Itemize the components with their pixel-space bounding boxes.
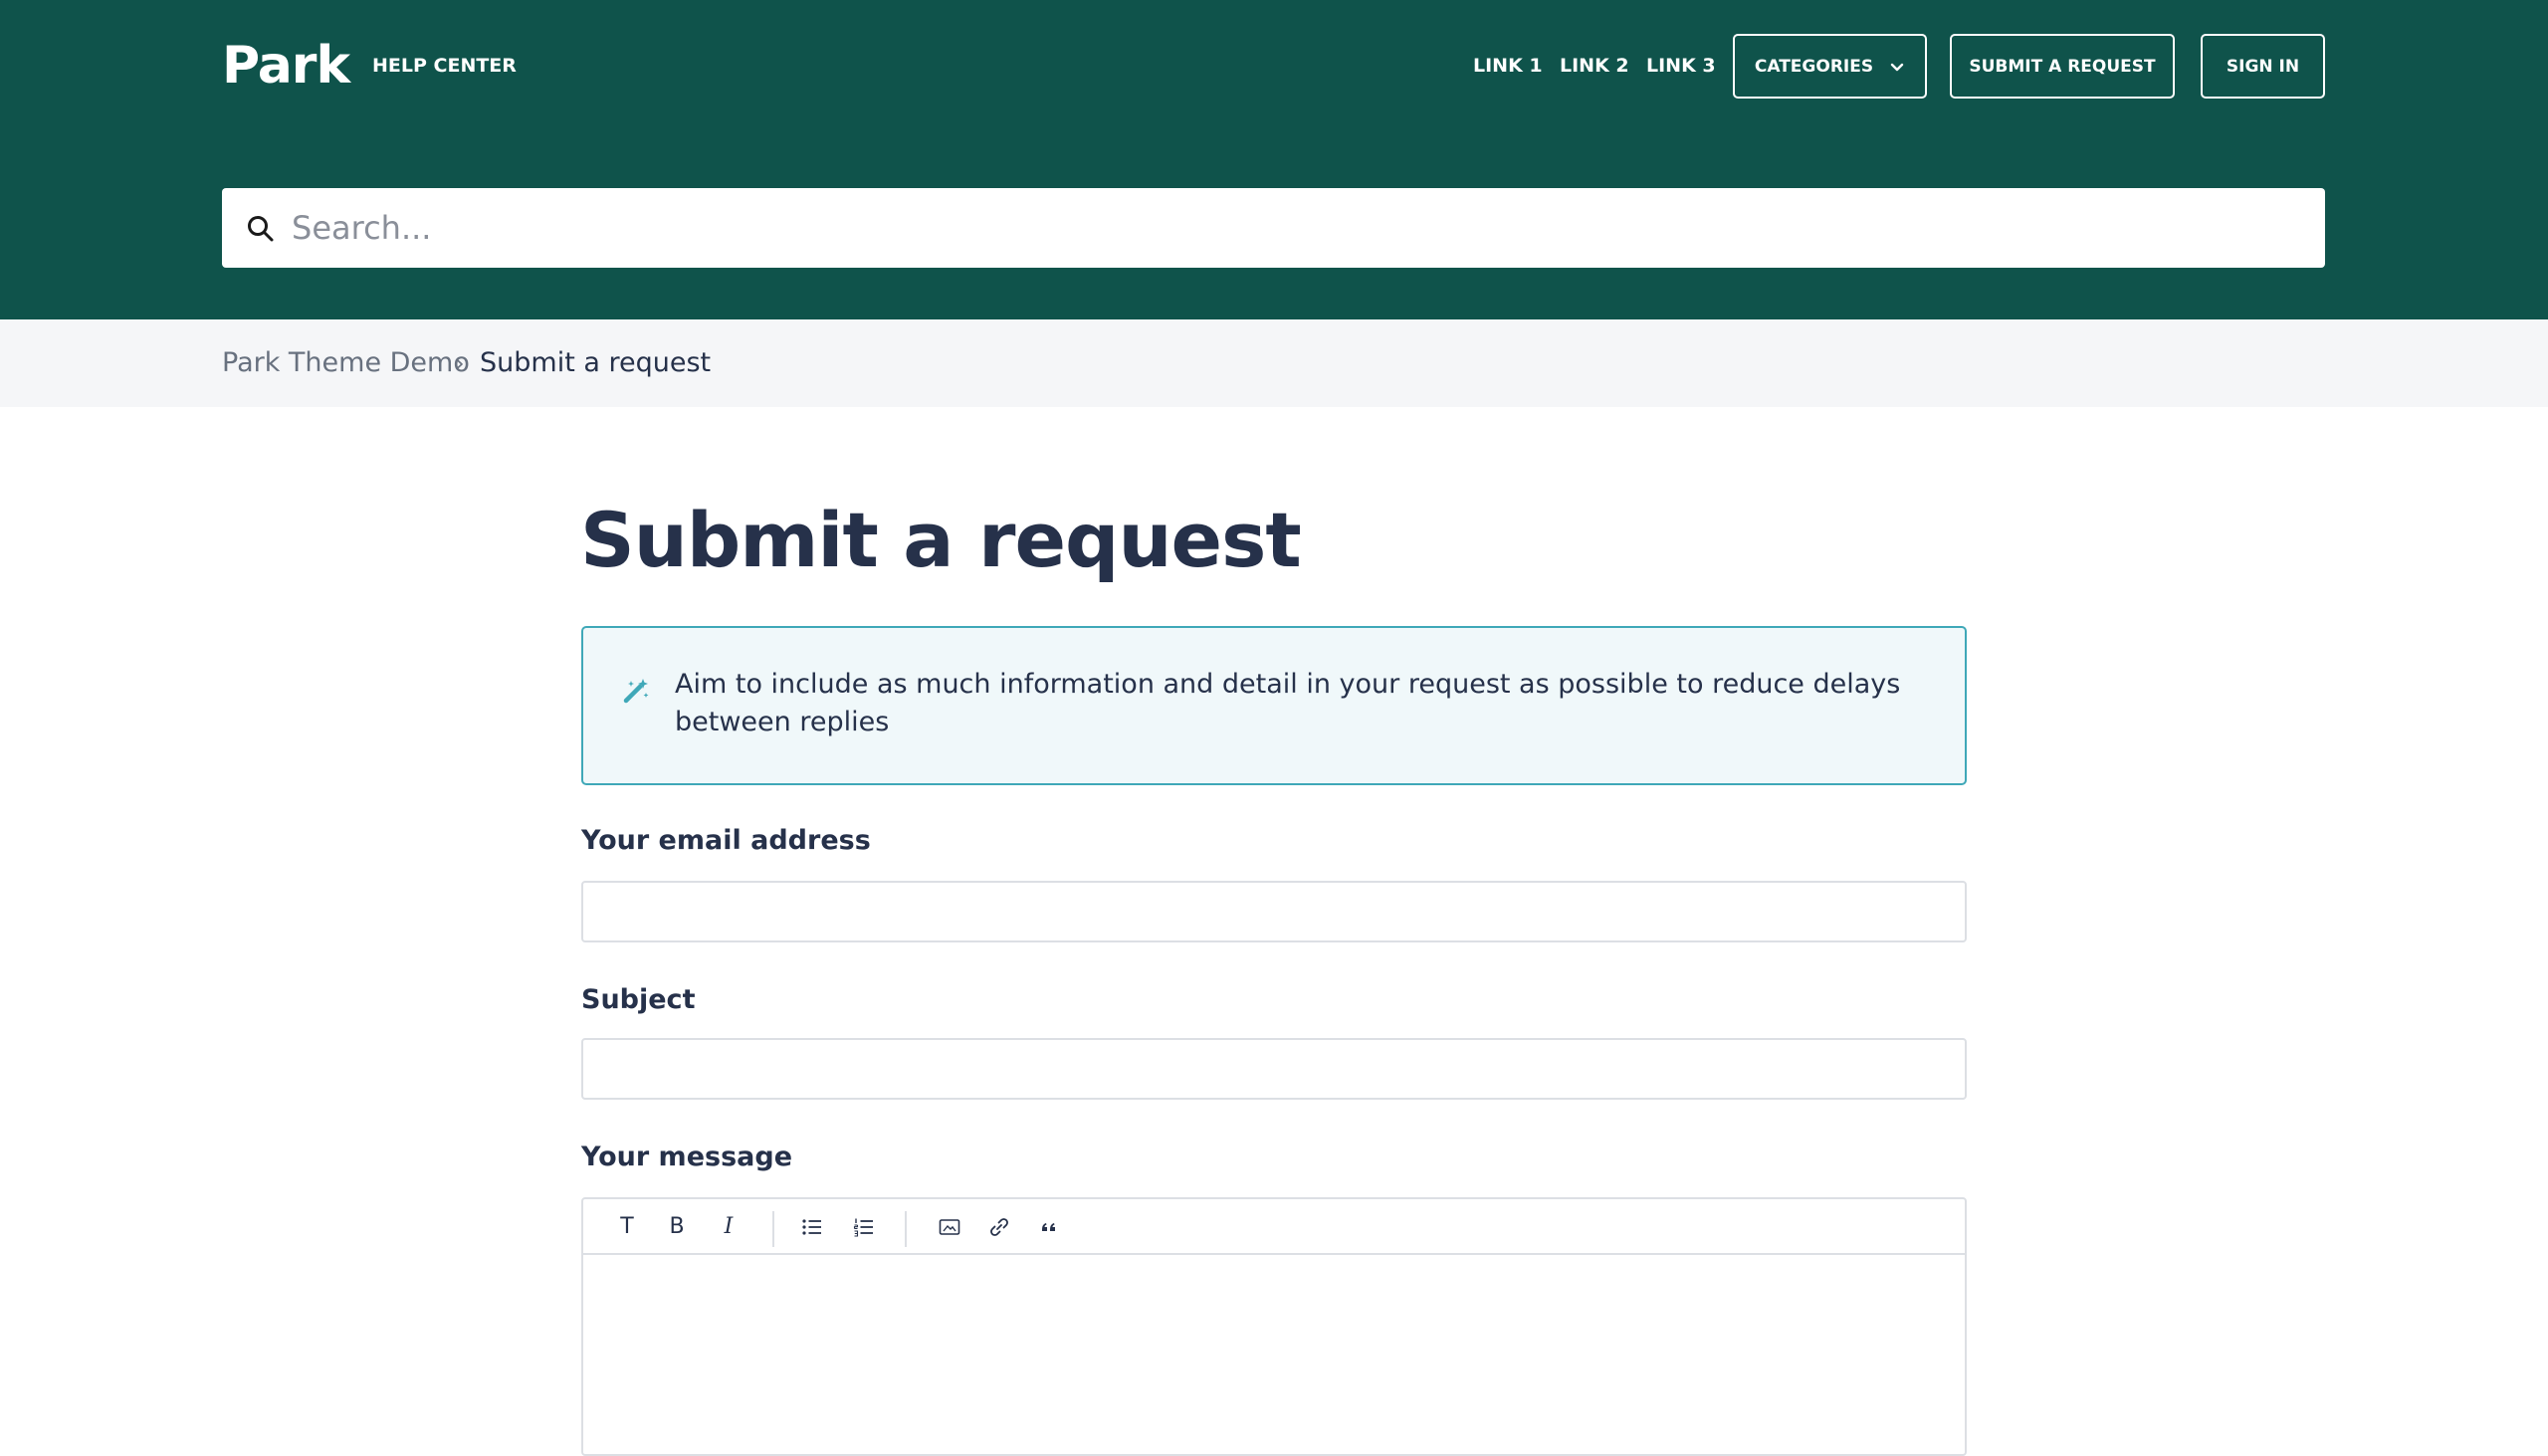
subject-label: Subject <box>581 984 696 1015</box>
info-notice: Aim to include as much information and d… <box>581 626 1967 785</box>
search-icon <box>248 216 274 242</box>
subject-field[interactable] <box>581 1038 1967 1100</box>
editor-toolbar: T B I <box>583 1199 1965 1255</box>
breadcrumb-item-current: Submit a request <box>480 347 712 378</box>
sign-in-button[interactable]: SIGN IN <box>2201 34 2325 99</box>
numbered-list-icon <box>853 1218 873 1237</box>
toolbar-divider <box>905 1211 907 1247</box>
italic-icon: I <box>724 1214 734 1239</box>
message-label: Your message <box>581 1142 793 1172</box>
breadcrumb-item-home[interactable]: Park Theme Demo <box>222 345 470 381</box>
nav-link-2[interactable]: LINK 2 <box>1560 54 1629 78</box>
search-input[interactable] <box>290 188 2280 268</box>
notice-text: Aim to include as much information and d… <box>675 669 1901 737</box>
text-style-icon: T <box>620 1214 634 1239</box>
link-button[interactable] <box>983 1211 1015 1243</box>
site-header: Park HELP CENTER LINK 1 LINK 2 LINK 3 CA… <box>0 0 2548 319</box>
submit-request-button[interactable]: SUBMIT A REQUEST <box>1950 34 2175 99</box>
help-center-label: HELP CENTER <box>372 55 517 77</box>
link-icon <box>990 1218 1008 1236</box>
bold-button[interactable]: B <box>661 1211 693 1243</box>
categories-label: CATEGORIES <box>1754 56 1874 77</box>
nav-link-3[interactable]: LINK 3 <box>1646 54 1716 78</box>
image-button[interactable] <box>934 1211 965 1243</box>
categories-dropdown[interactable]: CATEGORIES <box>1733 34 1927 99</box>
message-editor: T B I <box>581 1197 1967 1456</box>
italic-button[interactable]: I <box>713 1211 744 1243</box>
page-title: Submit a request <box>580 496 1302 584</box>
breadcrumb-separator: › <box>455 349 465 377</box>
logo[interactable]: Park <box>222 36 350 96</box>
message-body[interactable] <box>583 1257 1965 1456</box>
bulleted-list-icon <box>802 1219 821 1235</box>
magic-wand-icon <box>623 679 649 704</box>
numbered-list-button[interactable] <box>848 1211 880 1243</box>
quote-icon <box>1042 1223 1055 1231</box>
image-icon <box>939 1219 960 1235</box>
toolbar-divider <box>772 1211 774 1247</box>
bold-icon: B <box>669 1214 685 1239</box>
bulleted-list-button[interactable] <box>796 1211 828 1243</box>
email-field[interactable] <box>581 881 1967 942</box>
text-style-button[interactable]: T <box>611 1211 643 1243</box>
email-label: Your email address <box>581 825 871 856</box>
chevron-down-icon <box>1890 63 1904 71</box>
quote-button[interactable] <box>1033 1211 1065 1243</box>
nav-link-1[interactable]: LINK 1 <box>1473 54 1543 78</box>
search-bar <box>222 188 2325 268</box>
